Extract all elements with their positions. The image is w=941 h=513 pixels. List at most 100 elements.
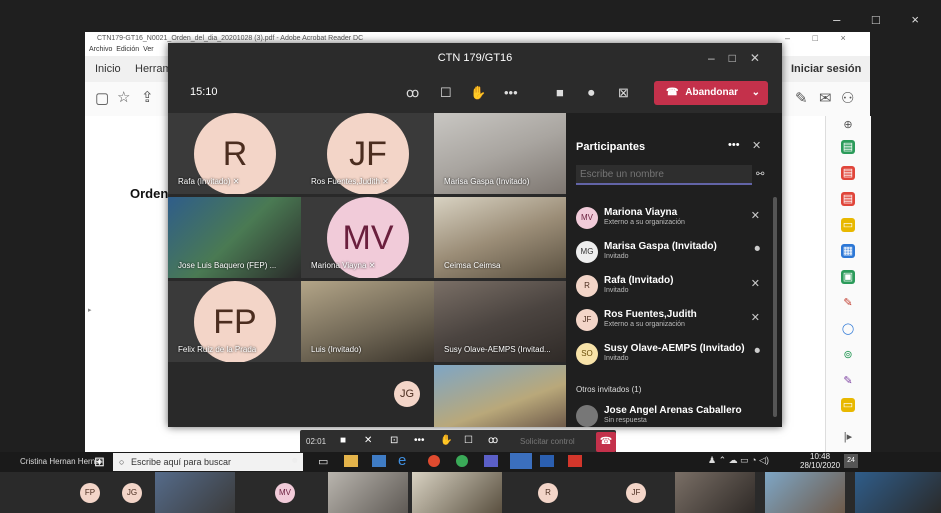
outer-window-controls[interactable]: – □ ×: [833, 12, 933, 27]
clock[interactable]: 10:48 28/10/2020: [800, 452, 840, 470]
video-thumb[interactable]: [155, 472, 235, 513]
scan-icon[interactable]: ⊚: [841, 348, 855, 362]
tile-name: Luis (Invitado): [311, 345, 362, 354]
scrollbar[interactable]: [773, 197, 777, 417]
video-tile[interactable]: Marisa Gaspa (Invitado): [434, 113, 567, 194]
participant-row[interactable]: JF Ros Fuentes,Judith Externo a su organ…: [576, 307, 772, 337]
avatar[interactable]: JG: [122, 483, 142, 503]
browser-icon[interactable]: [456, 455, 468, 467]
windows-start-icon[interactable]: ⊞: [94, 454, 105, 470]
zoom-icon[interactable]: ⊕: [841, 118, 855, 132]
participants-icon[interactable]: ꝏ: [488, 435, 498, 446]
sign-icon[interactable]: ✎: [795, 89, 808, 107]
video-tile[interactable]: Susy Olave-AEMPS (Invitad...: [434, 281, 567, 362]
share-screen-icon[interactable]: ⊠: [618, 85, 629, 101]
save-icon[interactable]: ▢: [95, 89, 109, 107]
tile-name: Ros Fuentes,Judith ✕: [311, 177, 389, 186]
chrome-icon[interactable]: [428, 455, 440, 467]
share-invite-icon[interactable]: ⚯: [756, 169, 764, 180]
taskbar-search[interactable]: ○ Escribe aquí para buscar: [113, 453, 303, 471]
acrobat-window-controls[interactable]: – □ ×: [785, 33, 856, 43]
organize-icon[interactable]: ▦: [841, 244, 855, 258]
chat-icon[interactable]: ☐: [464, 435, 473, 446]
video-tile[interactable]: FP Felix Ruiz de la Prada: [168, 281, 301, 362]
avatar[interactable]: MV: [275, 483, 295, 503]
video-thumb[interactable]: [675, 472, 755, 513]
menu-ver[interactable]: Ver: [143, 46, 154, 53]
raise-hand-icon[interactable]: ✋: [470, 85, 486, 101]
signin-button[interactable]: Iniciar sesión: [791, 63, 861, 75]
share-screen-icon[interactable]: ⊡: [390, 435, 398, 446]
participants-icon[interactable]: ꝏ: [406, 85, 419, 101]
more-icon[interactable]: •••: [504, 85, 518, 100]
close-icon[interactable]: ✕: [752, 139, 761, 152]
avatar[interactable]: JF: [626, 483, 646, 503]
mail-icon[interactable]: ✉: [819, 89, 832, 107]
participant-row[interactable]: MG Marisa Gaspa (Invitado) Invitado ⏺: [576, 239, 772, 269]
chevron-down-icon[interactable]: ⌄: [752, 81, 760, 105]
raise-hand-icon[interactable]: ✋: [440, 435, 452, 446]
video-thumb[interactable]: [855, 472, 941, 513]
video-tile[interactable]: R Rafa (Invitado) ✕: [168, 113, 301, 194]
video-tile[interactable]: JG: [301, 365, 434, 427]
more-tools-icon[interactable]: ▭: [841, 398, 855, 412]
video-tile[interactable]: Luis (Invitado): [301, 281, 434, 362]
video-thumb[interactable]: [328, 472, 408, 513]
more-icon[interactable]: •••: [414, 435, 425, 446]
video-tile[interactable]: Jose Luis Baquero (FEP) ...: [168, 197, 301, 278]
menu-edicion[interactable]: Edición: [116, 46, 139, 53]
export-pdf-icon[interactable]: ▤: [841, 140, 855, 154]
comment-icon[interactable]: ▭: [841, 218, 855, 232]
outlook-icon[interactable]: [510, 453, 532, 469]
video-thumb[interactable]: [765, 472, 845, 513]
avatar[interactable]: FP: [80, 483, 100, 503]
request-control-button[interactable]: Solicitar control: [520, 437, 575, 446]
compress-icon[interactable]: ▣: [841, 270, 855, 284]
notification-badge[interactable]: 24: [844, 454, 858, 468]
camera-icon[interactable]: ■: [556, 85, 564, 100]
teams-app-icon[interactable]: [484, 455, 498, 467]
expand-left-icon[interactable]: ▸: [88, 306, 92, 314]
word-icon[interactable]: [540, 455, 554, 467]
video-tile[interactable]: [434, 365, 567, 427]
system-tray-icons[interactable]: ♟ ⌃ ☁ ▭ ◔ ◁): [708, 455, 769, 466]
participant-search-input[interactable]: [576, 165, 752, 185]
more-options-icon[interactable]: •••: [728, 139, 740, 151]
chat-icon[interactable]: ☐: [440, 85, 452, 101]
participant-row[interactable]: MV Mariona Viayna Externo a su organizac…: [576, 205, 772, 235]
explorer-icon[interactable]: [344, 455, 358, 467]
video-tile[interactable]: JF Ros Fuentes,Judith ✕: [301, 113, 434, 194]
video-thumb[interactable]: [412, 472, 502, 513]
video-tile[interactable]: MV Mariona Viayna ✕: [301, 197, 434, 278]
task-view-icon[interactable]: ▭: [318, 455, 328, 468]
share-icon[interactable]: ⚇: [841, 89, 854, 107]
fill-sign-icon[interactable]: ✎: [841, 296, 855, 310]
mic-taskbar-icon[interactable]: ⏺: [292, 455, 298, 468]
edge-icon[interactable]: e: [398, 452, 406, 469]
avatar: MG: [576, 241, 598, 263]
menu-archivo[interactable]: Archivo: [89, 46, 112, 53]
avatar[interactable]: R: [538, 483, 558, 503]
create-pdf-icon[interactable]: ▤: [841, 166, 855, 180]
upload-icon[interactable]: ⇪: [141, 88, 154, 106]
store-icon[interactable]: [372, 455, 386, 467]
leave-button[interactable]: ☎ Abandonar ⌄: [654, 81, 768, 105]
collapse-pane-icon[interactable]: |▸: [841, 430, 855, 444]
mic-off-icon[interactable]: ✕: [364, 435, 372, 446]
teams-window-controls[interactable]: –□✕: [708, 51, 774, 65]
participant-row[interactable]: R Rafa (Invitado) Invitado ✕: [576, 273, 772, 303]
participant-status: Externo a su organización: [604, 219, 685, 226]
mic-icon[interactable]: ⏺: [588, 85, 595, 101]
participant-row[interactable]: Jose Angel Arenas Caballero Sin respuest…: [576, 403, 772, 427]
protect-icon[interactable]: ◯: [841, 322, 855, 336]
star-icon[interactable]: ☆: [117, 88, 130, 106]
hangup-button[interactable]: ☎: [596, 432, 616, 452]
acrobat-app-icon[interactable]: [568, 455, 582, 467]
tab-inicio[interactable]: Inicio: [95, 63, 121, 75]
edit-icon[interactable]: ✎: [841, 374, 855, 388]
video-tile[interactable]: Ceimsa Ceimsa: [434, 197, 567, 278]
camera-icon[interactable]: ■: [340, 435, 346, 446]
teams-toolbar: 15:10 ꝏ ☐ ✋ ••• ■ ⏺ ⊠ ☎ Abandonar ⌄: [168, 73, 782, 113]
combine-icon[interactable]: ▤: [841, 192, 855, 206]
participant-row[interactable]: SO Susy Olave-AEMPS (Invitado) Invitado …: [576, 341, 772, 371]
